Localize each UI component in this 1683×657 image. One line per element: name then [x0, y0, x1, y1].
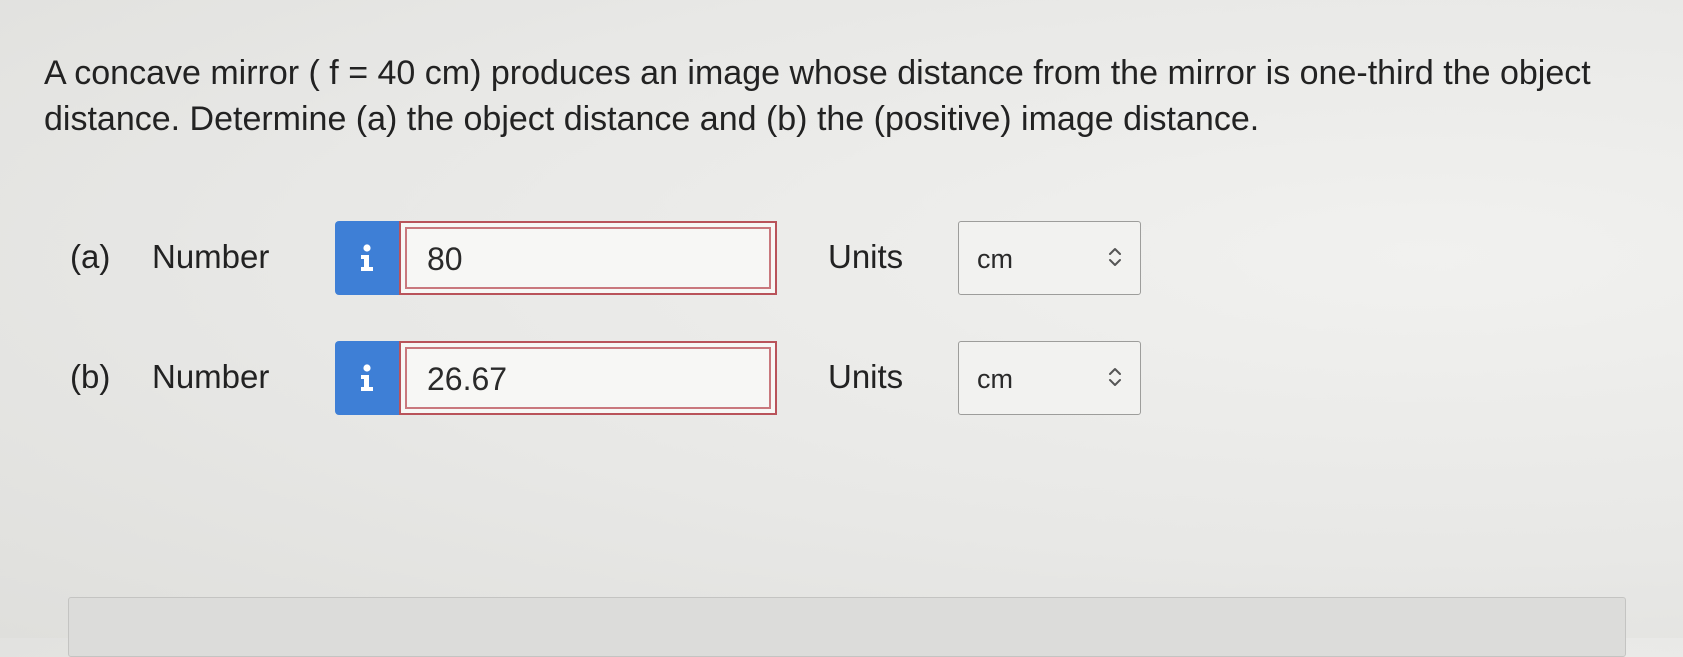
units-selected-value: cm	[977, 244, 1013, 274]
answer-input[interactable]: 26.67	[399, 341, 777, 415]
info-button[interactable]	[335, 341, 399, 415]
info-icon	[358, 244, 376, 272]
part-label: (b)	[70, 358, 111, 395]
answer-value: 26.67	[427, 361, 508, 397]
units-select[interactable]: cm	[958, 221, 1141, 295]
answer-value: 80	[427, 241, 463, 277]
chevron-up-down-icon	[1108, 366, 1122, 393]
units-select[interactable]: cm	[958, 341, 1141, 415]
answer-input[interactable]: 80	[399, 221, 777, 295]
info-icon	[358, 364, 376, 392]
units-label: Units	[828, 238, 904, 275]
part-label: (a)	[70, 238, 111, 275]
units-selected-value: cm	[977, 364, 1013, 394]
number-label: Number	[152, 238, 270, 275]
bottom-panel	[68, 597, 1626, 657]
chevron-up-down-icon	[1108, 246, 1122, 273]
number-label: Number	[152, 358, 270, 395]
question-text: A concave mirror ( f = 40 cm) produces a…	[44, 54, 1591, 138]
units-label: Units	[828, 358, 904, 395]
info-button[interactable]	[335, 221, 399, 295]
